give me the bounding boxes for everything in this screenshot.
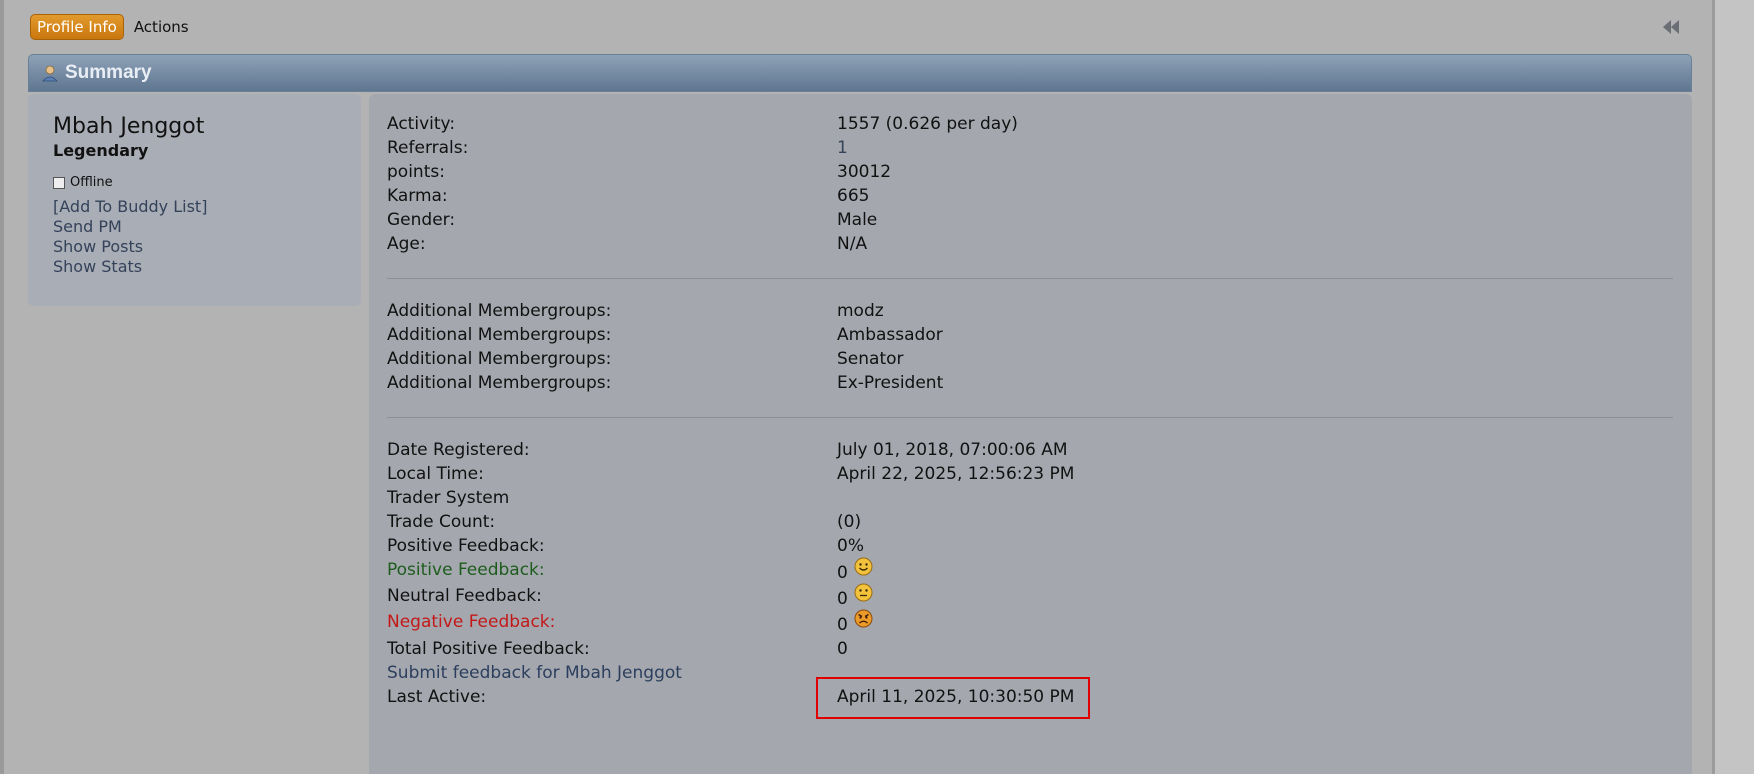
total-positive-feedback-value: 0 xyxy=(837,639,848,659)
membergroup-label: Additional Membergroups: xyxy=(387,325,612,345)
points-value: 30012 xyxy=(837,162,892,182)
add-buddy-link[interactable]: [Add To Buddy List] xyxy=(53,197,207,216)
scrollbar-gutter[interactable] xyxy=(1715,0,1754,774)
angry-face-icon xyxy=(854,609,873,628)
positive-feedback-value: 0 xyxy=(837,563,848,583)
membergroup-value: Ex-President xyxy=(837,373,944,393)
positive-percent-value: 0% xyxy=(837,536,864,556)
divider xyxy=(387,278,1673,279)
negative-feedback-label: Negative Feedback: xyxy=(387,612,556,632)
show-stats-link[interactable]: Show Stats xyxy=(53,257,142,276)
karma-label: Karma: xyxy=(387,186,448,206)
activity-value: 1557 (0.626 per day) xyxy=(837,114,1018,134)
page-left-edge xyxy=(0,0,4,774)
status-label: Offline xyxy=(70,175,113,190)
highlight-box xyxy=(816,677,1090,719)
age-label: Age: xyxy=(387,234,426,254)
show-posts-link[interactable]: Show Posts xyxy=(53,237,143,256)
divider xyxy=(387,417,1673,418)
last-active-label: Last Active: xyxy=(387,687,487,707)
age-value: N/A xyxy=(837,234,868,254)
membergroup-value: modz xyxy=(837,301,884,321)
date-registered-label: Date Registered: xyxy=(387,440,530,460)
positive-percent-label: Positive Feedback: xyxy=(387,536,545,556)
member-name: Mbah Jenggot xyxy=(53,114,205,139)
neutral-feedback-label: Neutral Feedback: xyxy=(387,586,542,606)
user-icon xyxy=(42,65,58,82)
send-pm-link[interactable]: Send PM xyxy=(53,217,122,236)
summary-header: Summary xyxy=(28,54,1692,92)
trade-count-value: (0) xyxy=(837,512,862,532)
negative-feedback-value: 0 xyxy=(837,615,848,635)
membergroup-label: Additional Membergroups: xyxy=(387,373,612,393)
submit-feedback-link[interactable]: Submit feedback for Mbah Jenggot xyxy=(387,662,682,684)
profile-card: Mbah Jenggot Legendary Offline [Add To B… xyxy=(28,94,361,306)
neutral-feedback-row: 0 xyxy=(837,583,873,610)
positive-feedback-label: Positive Feedback: xyxy=(387,560,545,580)
neutral-face-icon xyxy=(854,583,873,602)
date-registered-value: July 01, 2018, 07:00:06 AM xyxy=(837,440,1068,460)
total-positive-feedback-label: Total Positive Feedback: xyxy=(387,639,590,659)
double-chevron-left-icon[interactable] xyxy=(1660,17,1682,37)
trade-count-label: Trade Count: xyxy=(387,512,496,532)
local-time-label: Local Time: xyxy=(387,464,484,484)
member-rank: Legendary xyxy=(53,141,149,160)
online-status: Offline xyxy=(53,175,113,190)
gender-label: Gender: xyxy=(387,210,456,230)
local-time-value: April 22, 2025, 12:56:23 PM xyxy=(837,464,1075,484)
negative-feedback-row: 0 xyxy=(837,609,873,636)
membergroup-value: Ambassador xyxy=(837,325,943,345)
trader-system-heading: Trader System xyxy=(387,488,510,508)
membergroup-label: Additional Membergroups: xyxy=(387,301,612,321)
profile-details-panel: Activity: 1557 (0.626 per day) Referrals… xyxy=(369,94,1692,774)
profile-tabs: Profile Info Actions xyxy=(30,14,189,40)
positive-feedback-row: 0 xyxy=(837,557,873,584)
referrals-link[interactable]: 1 xyxy=(837,137,848,159)
tab-actions[interactable]: Actions xyxy=(134,18,189,36)
activity-label: Activity: xyxy=(387,114,456,134)
karma-value: 665 xyxy=(837,186,870,206)
points-label: points: xyxy=(387,162,445,182)
membergroup-label: Additional Membergroups: xyxy=(387,349,612,369)
membergroup-value: Senator xyxy=(837,349,904,369)
offline-status-icon xyxy=(53,176,65,189)
smiley-face-icon xyxy=(854,557,873,576)
tab-profile-info[interactable]: Profile Info xyxy=(30,14,124,40)
neutral-feedback-value: 0 xyxy=(837,589,848,609)
referrals-label: Referrals: xyxy=(387,138,469,158)
gender-value: Male xyxy=(837,210,878,230)
summary-title: Summary xyxy=(65,62,152,83)
